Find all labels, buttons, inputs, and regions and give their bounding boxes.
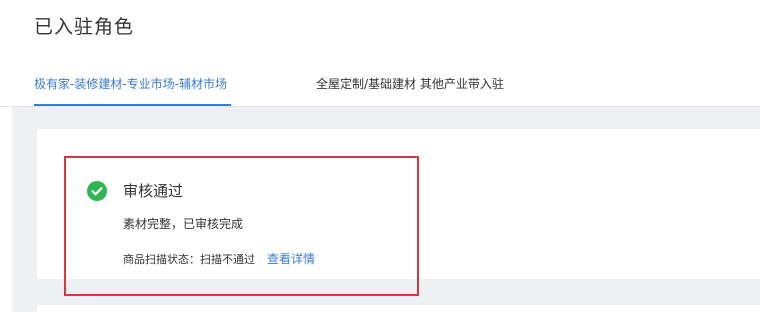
check-circle-icon [87,181,107,201]
scan-status-row: 商品扫描状态：扫描不通过 查看详情 [123,250,315,267]
scan-status-label: 商品扫描状态：扫描不通过 [123,253,255,266]
status-title: 审核通过 [123,182,184,200]
view-detail-link[interactable]: 查看详情 [267,252,315,266]
page-title: 已入驻角色 [34,16,135,38]
tabs-bar: 极有家-装修建材-专业市场-辅材市场 全屋定制/基础建材 其他产业带入驻 [0,64,760,107]
tab-auxiliary-market[interactable]: 极有家-装修建材-专业市场-辅材市场 [34,64,231,106]
status-description: 素材完整，已审核完成 [123,217,244,231]
content-area: 审核通过 素材完整，已审核完成 商品扫描状态：扫描不通过 查看详情 [12,107,760,325]
tab-custom-building-materials[interactable]: 全屋定制/基础建材 其他产业带入驻 [316,64,504,104]
status-card: 审核通过 素材完整，已审核完成 商品扫描状态：扫描不通过 查看详情 [37,129,760,296]
second-card [37,305,760,325]
